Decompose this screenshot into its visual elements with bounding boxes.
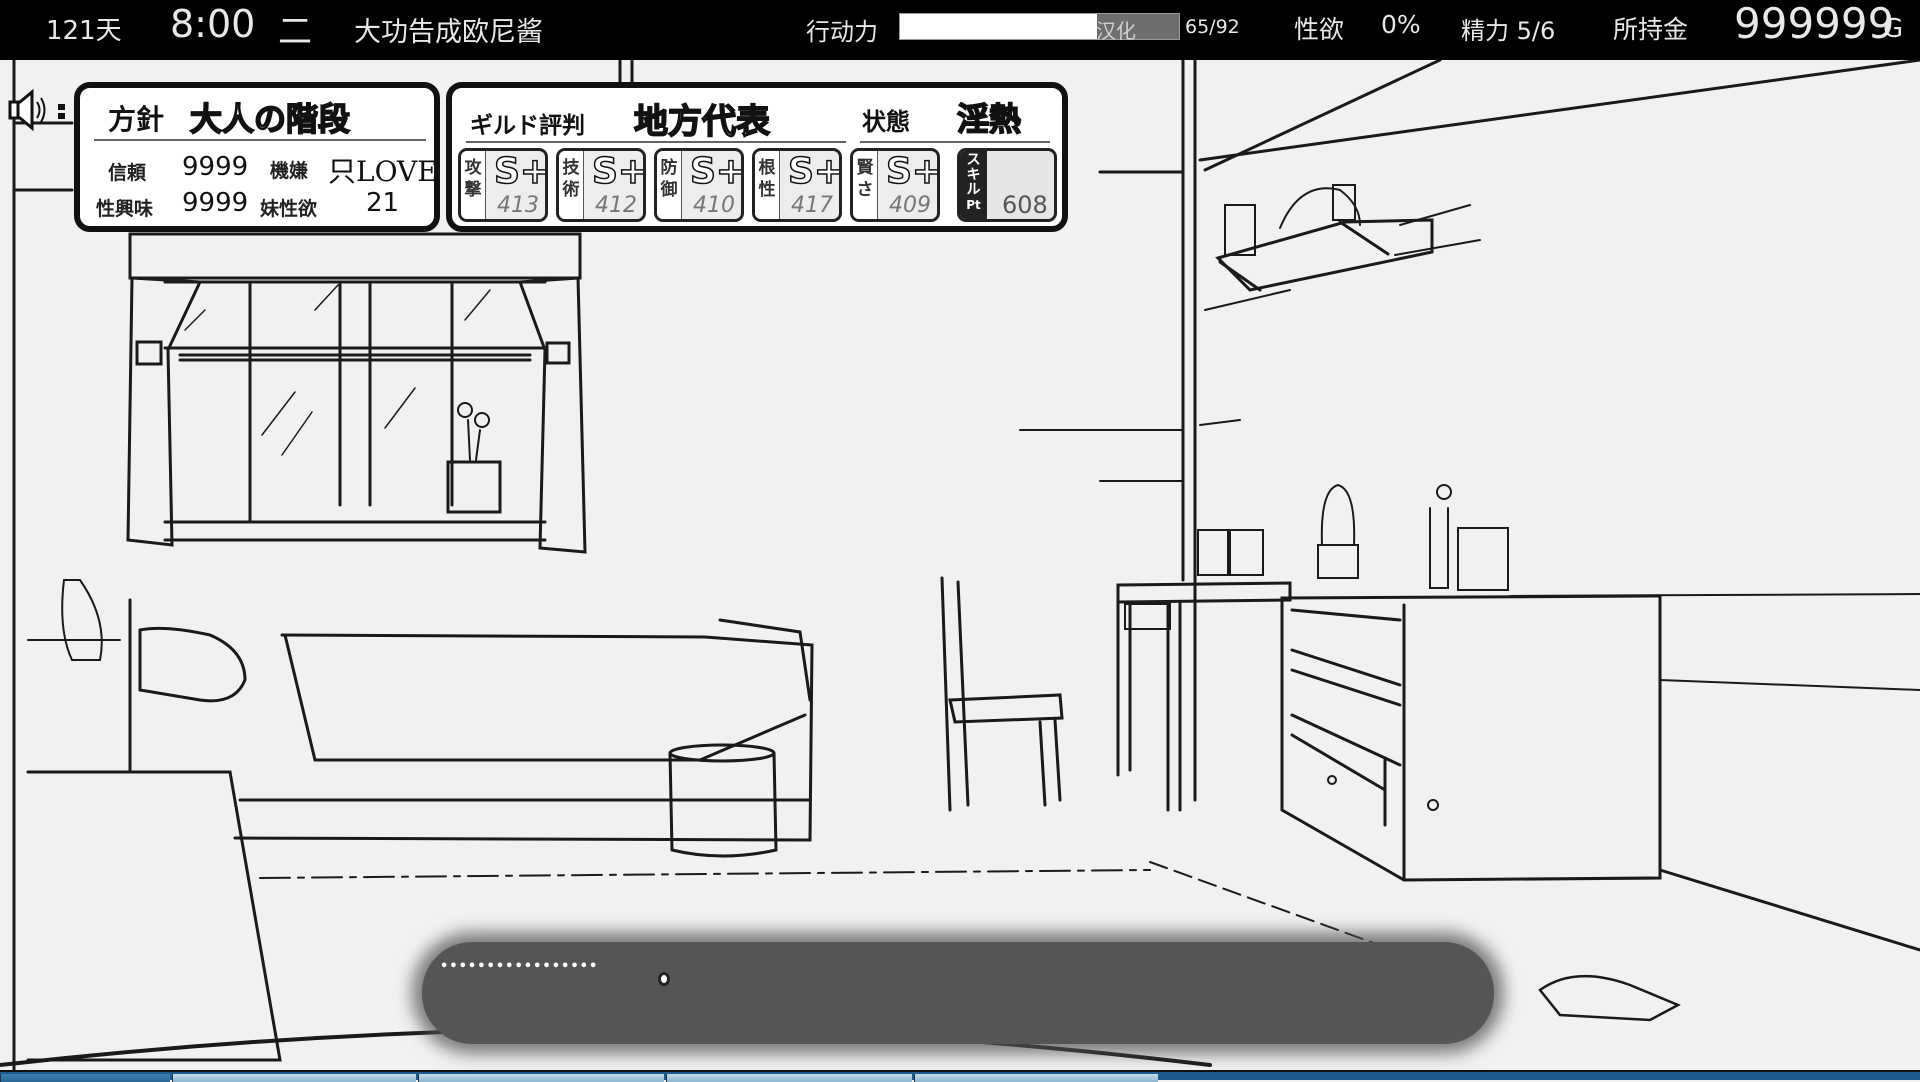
wall-shelf <box>1215 184 1434 292</box>
stat-value: 410 <box>693 193 735 218</box>
policy-value: 大人の階段 <box>189 99 351 139</box>
os-taskbar <box>0 1070 1920 1082</box>
skill-points-label: スキル Pt <box>960 151 987 219</box>
action-points-label: 行动力 <box>806 18 878 46</box>
divider <box>466 141 846 143</box>
stat-value: 409 <box>889 193 931 218</box>
taskbar-button[interactable] <box>914 1074 1158 1082</box>
sound-toggle-button[interactable] <box>4 88 66 132</box>
taskbar-button[interactable] <box>172 1074 416 1082</box>
stat-technique: 技術 S+ 412 <box>556 148 646 222</box>
stat-defense: 防御 S+ 410 <box>654 148 744 222</box>
bedside-table <box>26 770 282 1062</box>
weekday: 二 <box>278 12 312 52</box>
trust-label: 信頼 <box>108 162 147 184</box>
desk <box>1116 483 1359 812</box>
guild-reputation-value: 地方代表 <box>633 101 771 143</box>
policy-label: 方針 <box>108 103 165 136</box>
sexual-interest-label: 性興味 <box>96 198 154 220</box>
divider <box>860 141 1050 143</box>
gold-value: 999999 <box>1734 0 1895 48</box>
action-points-bar: 汉化 <box>899 13 1180 43</box>
stat-label: 防御 <box>657 151 682 219</box>
stat-rank: S+ <box>787 151 842 193</box>
skill-points: スキル Pt 608 <box>957 148 1057 222</box>
policy-panel: 方針 大人の階段 信頼 9999 機嫌 只LOVE 性興味 9999 妹性欲 2… <box>74 82 440 232</box>
skill-points-value: 608 <box>1002 191 1048 219</box>
taskbar-button[interactable] <box>418 1074 664 1082</box>
stat-value: 413 <box>497 193 539 218</box>
divider <box>94 139 426 141</box>
stat-value: 417 <box>791 193 833 218</box>
status-message: 大功告成欧尼酱 <box>354 17 543 48</box>
mood-label: 機嫌 <box>270 160 309 182</box>
stat-guts: 根性 S+ 417 <box>752 148 842 222</box>
stat-rank: S+ <box>591 151 646 193</box>
sexual-interest-value: 9999 <box>182 188 249 218</box>
clock-time: 8:00 <box>170 2 256 46</box>
stat-rank: S+ <box>689 151 744 193</box>
sister-lust-label: 妹性欲 <box>260 198 318 220</box>
action-points-value: 65/92 <box>1185 16 1240 38</box>
stat-intelligence: 賢さ S+ 409 <box>850 148 940 222</box>
message-box[interactable]: ••••••••••••••••• <box>422 942 1494 1044</box>
window <box>126 232 587 554</box>
stamina-value: 精力 5/6 <box>1461 17 1556 45</box>
lust-value: 0% <box>1381 10 1421 39</box>
stat-label: 賢さ <box>853 151 878 219</box>
chair <box>940 576 1064 812</box>
message-text: ••••••••••••••••• <box>440 959 599 974</box>
speaker-icon <box>8 88 65 132</box>
lust-label: 性欲 <box>1294 15 1345 44</box>
day-counter: 121天 <box>46 16 122 46</box>
stat-rank: S+ <box>493 151 548 193</box>
gold-label: 所持金 <box>1613 15 1689 44</box>
top-status-bar: 121天 8:00 二 大功告成欧尼酱 行动力 汉化 65/92 性欲 0% 精… <box>0 0 1920 60</box>
stat-attack: 攻撃 S+ 413 <box>458 148 548 222</box>
guild-status-panel: ギルド評判 地方代表 状態 淫熱 攻撃 S+ 413 技術 S+ 412 防御 … <box>446 82 1068 232</box>
mood-value: 只LOVE <box>328 155 438 188</box>
action-points-bar-text: 汉化 <box>1096 19 1136 43</box>
stat-label: 根性 <box>755 151 780 219</box>
condition-label: 状態 <box>862 108 910 136</box>
stat-value: 412 <box>595 193 637 218</box>
guild-reputation-label: ギルド評判 <box>470 113 585 139</box>
sister-lust-value: 21 <box>366 188 400 218</box>
next-page-indicator-icon <box>658 972 670 986</box>
gold-unit: G <box>1883 14 1904 44</box>
taskbar-button[interactable] <box>666 1074 912 1082</box>
stat-label: 技術 <box>559 151 584 219</box>
condition-value: 淫熱 <box>956 99 1022 139</box>
bed <box>128 598 814 842</box>
stat-label: 攻撃 <box>461 151 486 219</box>
trust-value: 9999 <box>182 152 249 182</box>
stat-rank: S+ <box>885 151 940 193</box>
taskbar-start[interactable] <box>0 1074 170 1082</box>
